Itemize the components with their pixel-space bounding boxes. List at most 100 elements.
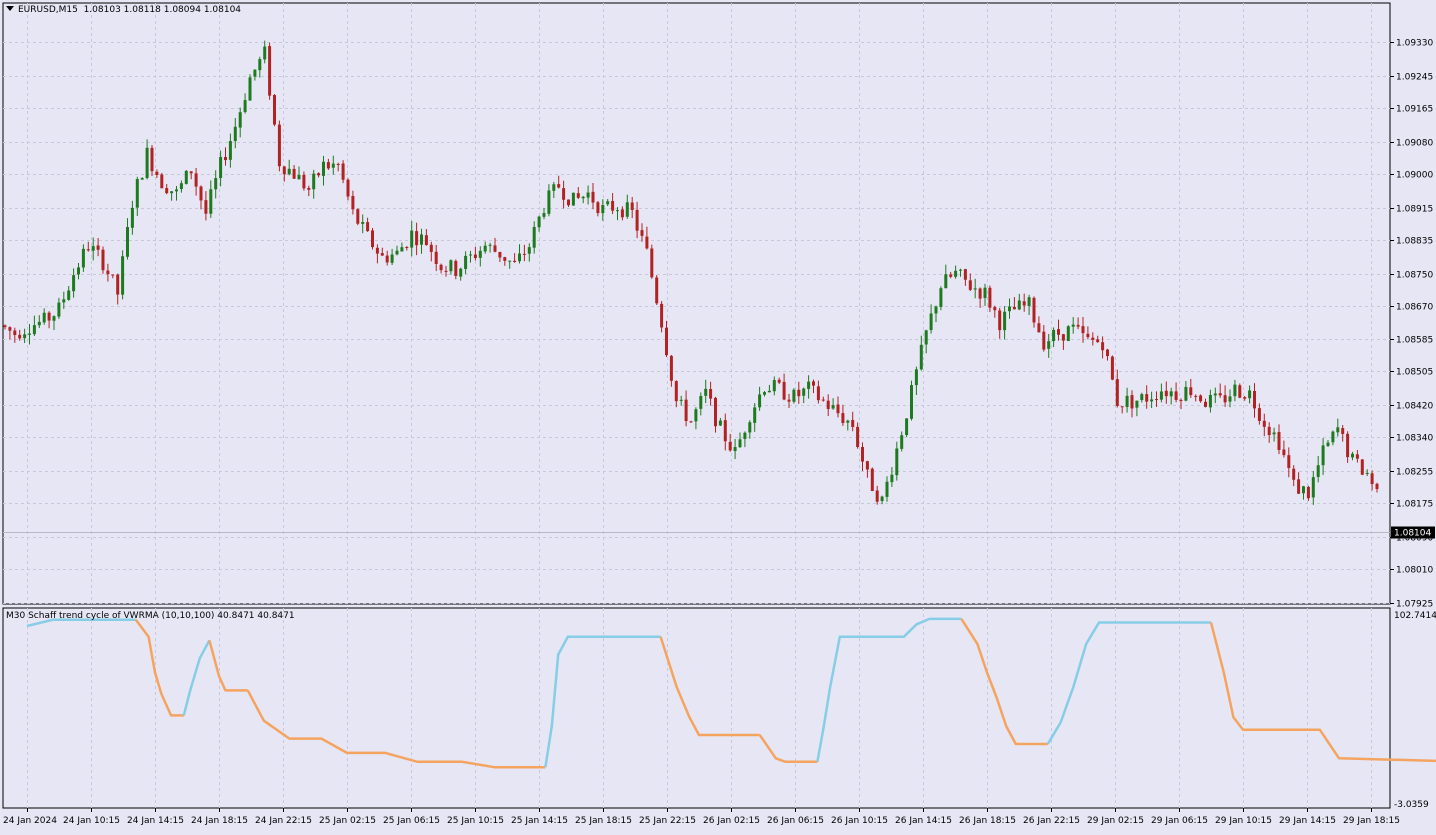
bull-candle	[469, 254, 472, 256]
bull-candle	[919, 344, 923, 370]
bear-candle	[650, 248, 654, 278]
bull-candle	[32, 325, 36, 335]
time-tick-label: 24 Jan 22:15	[255, 816, 312, 826]
bear-candle	[116, 274, 120, 295]
bull-candle	[37, 321, 41, 326]
bear-candle	[268, 46, 272, 96]
bear-candle	[1370, 473, 1374, 485]
bear-candle	[635, 209, 639, 231]
mt4-chart-window[interactable]: 1.09330 1.09245 1.09165 1.09080 1.09000 1.089…	[0, 0, 1436, 832]
bear-candle	[1179, 399, 1183, 401]
bull-candle	[1228, 396, 1232, 402]
bear-candle	[317, 173, 321, 176]
stc-up-segment	[1046, 621, 1211, 745]
time-tick-label: 25 Jan 06:15	[383, 816, 440, 826]
bear-candle	[1360, 459, 1364, 475]
time-tick-label: 26 Jan 02:15	[703, 816, 760, 826]
bull-candle	[420, 234, 423, 245]
bull-candle	[581, 196, 585, 199]
bull-candle	[914, 369, 918, 386]
bear-candle	[1037, 323, 1041, 333]
bull-candle	[1125, 395, 1129, 407]
bear-candle	[106, 270, 110, 275]
bull-candle	[753, 407, 757, 423]
bear-candle	[3, 325, 7, 328]
bull-candle	[81, 248, 85, 268]
bull-candle	[1047, 341, 1051, 349]
bear-candle	[1341, 428, 1345, 434]
bull-candle	[135, 179, 139, 208]
bear-candle	[1096, 339, 1100, 343]
bull-candle	[67, 290, 71, 300]
stc-down-segment	[208, 639, 248, 692]
bull-candle	[905, 418, 909, 435]
bear-candle	[1306, 486, 1310, 499]
bear-candle	[1106, 349, 1109, 357]
bull-candle	[694, 409, 698, 422]
bear-candle	[596, 202, 600, 214]
stc-up-segment	[182, 639, 211, 716]
dropdown-triangle-icon[interactable]	[6, 6, 14, 11]
bear-candle	[1204, 401, 1207, 407]
time-tick-label: 25 Jan 02:15	[319, 816, 376, 826]
price-tick-label: 1.09165	[1396, 105, 1433, 115]
bear-candle	[160, 174, 164, 189]
bull-candle	[72, 275, 76, 292]
price-tick-label: 1.08505	[1396, 368, 1433, 378]
bear-candle	[522, 253, 526, 255]
bear-candle	[841, 413, 845, 424]
price-tick-label: 1.07925	[1396, 600, 1433, 610]
bear-candle	[576, 193, 580, 198]
bull-candle	[763, 392, 766, 395]
bull-candle	[184, 170, 188, 184]
bear-candle	[968, 280, 972, 290]
bull-candle	[934, 306, 938, 314]
bear-candle	[611, 200, 615, 211]
bull-candle	[52, 316, 56, 321]
bear-candle	[1355, 454, 1359, 459]
bear-candle	[366, 222, 370, 232]
bear-candle	[640, 230, 644, 236]
bear-candle	[562, 188, 566, 200]
bear-candle	[836, 404, 840, 414]
chart-header: EURUSD,M15 1.08103 1.08118 1.08094 1.081…	[6, 5, 241, 16]
bear-candle	[326, 162, 330, 169]
price-tick-label: 1.08915	[1396, 205, 1433, 215]
bull-candle	[214, 178, 218, 190]
bear-candle	[728, 441, 732, 451]
bull-candle	[846, 420, 850, 423]
bear-candle	[1287, 455, 1291, 469]
bull-candle	[944, 274, 948, 289]
bull-candle	[126, 227, 129, 257]
stc-down-segment	[246, 689, 546, 769]
bull-candle	[532, 226, 536, 248]
bear-candle	[865, 461, 869, 470]
bear-candle	[8, 327, 12, 331]
bear-candle	[1076, 324, 1080, 327]
bear-candle	[282, 166, 286, 175]
bear-candle	[434, 251, 438, 264]
current-price-label: 1.08104	[1394, 529, 1431, 539]
bear-candle	[503, 257, 507, 261]
bull-candle	[287, 168, 291, 175]
symbol-label: EURUSD,M15	[18, 5, 78, 15]
bull-candle	[130, 207, 134, 228]
bull-candle	[1184, 386, 1188, 401]
bear-candle	[18, 334, 22, 339]
bull-candle	[1365, 472, 1369, 474]
bull-candle	[738, 439, 742, 448]
bear-candle	[1101, 342, 1105, 351]
bear-candle	[1375, 483, 1379, 489]
bull-candle	[552, 184, 556, 191]
bear-candle	[797, 389, 801, 397]
price-tick-label: 1.08835	[1396, 237, 1433, 247]
bull-candle	[1321, 445, 1325, 466]
bull-candle	[1351, 453, 1354, 458]
chart-canvas[interactable]: 1.09330 1.09245 1.09165 1.09080 1.09000 1.089…	[0, 0, 1436, 832]
price-tick-label: 1.08010	[1396, 566, 1433, 576]
bear-candle	[1115, 379, 1119, 406]
bull-candle	[1003, 311, 1007, 331]
bull-candle	[219, 156, 223, 178]
bear-candle	[199, 186, 203, 201]
bear-candle	[101, 249, 105, 271]
